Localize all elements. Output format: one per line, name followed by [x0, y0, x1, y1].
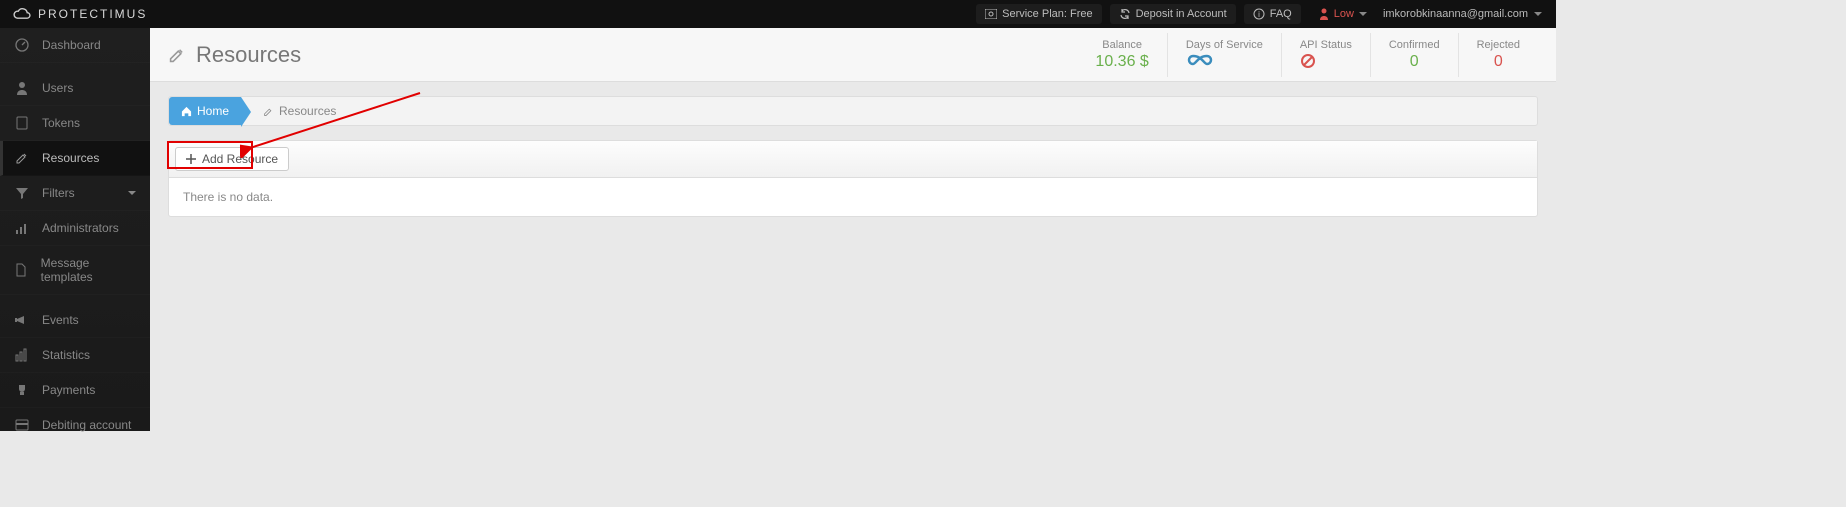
sidebar-item-label: Resources	[42, 151, 99, 165]
resources-panel: Add Resource There is no data.	[168, 140, 1538, 217]
sidebar-item-label: Payments	[42, 383, 95, 397]
deposit-label: Deposit in Account	[1136, 8, 1227, 20]
card-icon	[14, 419, 30, 431]
page-title: Resources	[168, 42, 301, 68]
plus-icon	[186, 154, 196, 164]
brand-text: PROTECTIMUS	[38, 7, 147, 21]
breadcrumb-home-label: Home	[197, 104, 229, 118]
money-icon	[985, 9, 997, 19]
stat-api: API Status	[1281, 33, 1370, 77]
home-icon	[181, 106, 192, 117]
topbar: PROTECTIMUS Service Plan: Free Deposit i…	[0, 0, 1556, 28]
sidebar-item-label: Debiting account	[42, 418, 131, 432]
sidebar-item-filters[interactable]: Filters	[0, 176, 150, 211]
cloud-lock-icon	[10, 6, 32, 22]
breadcrumb-current-label: Resources	[279, 104, 336, 118]
deposit-button[interactable]: Deposit in Account	[1110, 4, 1236, 24]
edit-icon	[263, 106, 274, 117]
stat-confirmed: Confirmed 0	[1370, 33, 1458, 77]
stat-rejected: Rejected 0	[1458, 33, 1538, 77]
infinity-icon	[1186, 53, 1214, 67]
alert-label: Low	[1334, 8, 1354, 20]
sidebar-item-resources[interactable]: Resources	[0, 141, 150, 176]
stat-value	[1186, 53, 1263, 67]
faq-button[interactable]: i FAQ	[1244, 4, 1301, 24]
sidebar-item-events[interactable]: Events	[0, 303, 150, 338]
header-stats: Balance 10.36 $ Days of Service API Stat…	[1077, 33, 1538, 77]
panel-toolbar: Add Resource	[169, 141, 1537, 178]
user-icon	[14, 81, 30, 95]
edit-icon	[14, 151, 30, 165]
bullhorn-icon	[14, 313, 30, 327]
empty-message: There is no data.	[183, 190, 273, 204]
sidebar-item-label: Filters	[42, 186, 75, 200]
page-header: Resources Balance 10.36 $ Days of Servic…	[150, 28, 1556, 82]
refresh-icon	[1119, 8, 1131, 20]
stat-value	[1300, 53, 1352, 69]
stat-days: Days of Service	[1167, 33, 1281, 77]
caret-down-icon	[128, 191, 136, 195]
signal-icon	[14, 221, 30, 235]
stat-label: Confirmed	[1389, 39, 1440, 51]
info-icon: i	[1253, 8, 1265, 20]
sidebar-item-message-templates[interactable]: Message templates	[0, 246, 150, 295]
user-alert-icon	[1319, 8, 1329, 20]
breadcrumb-current: Resources	[241, 104, 336, 118]
file-icon	[14, 263, 29, 277]
tablet-icon	[14, 116, 30, 130]
sidebar-item-dashboard[interactable]: Dashboard	[0, 28, 150, 63]
stat-label: Rejected	[1477, 39, 1520, 51]
sidebar-item-label: Statistics	[42, 348, 90, 362]
stat-label: Balance	[1095, 39, 1148, 51]
sidebar-item-statistics[interactable]: Statistics	[0, 338, 150, 373]
caret-down-icon	[1534, 12, 1542, 16]
stat-value: 0	[1389, 53, 1440, 71]
trophy-icon	[14, 383, 30, 397]
add-resource-button[interactable]: Add Resource	[175, 147, 289, 171]
sidebar-item-payments[interactable]: Payments	[0, 373, 150, 408]
breadcrumb-home[interactable]: Home	[169, 97, 241, 125]
sidebar-item-tokens[interactable]: Tokens	[0, 106, 150, 141]
sidebar-item-label: Tokens	[42, 116, 80, 130]
ban-icon	[1300, 53, 1316, 69]
sidebar-item-label: Events	[42, 313, 79, 327]
breadcrumb: Home Resources	[168, 96, 1538, 126]
faq-label: FAQ	[1270, 8, 1292, 20]
service-plan-label: Service Plan: Free	[1002, 8, 1092, 20]
edit-icon	[168, 46, 186, 64]
caret-down-icon	[1359, 12, 1367, 16]
sidebar-item-label: Message templates	[41, 256, 136, 284]
user-email: imkorobkinaanna@gmail.com	[1383, 8, 1528, 20]
dashboard-icon	[14, 38, 30, 52]
service-plan-button[interactable]: Service Plan: Free	[976, 4, 1101, 24]
sidebar-item-label: Dashboard	[42, 38, 101, 52]
svg-text:i: i	[1258, 10, 1260, 19]
page-title-text: Resources	[196, 42, 301, 68]
sidebar: Dashboard Users Tokens Resources Filters…	[0, 28, 150, 431]
stat-label: Days of Service	[1186, 39, 1263, 51]
sidebar-item-label: Users	[42, 81, 73, 95]
sidebar-item-administrators[interactable]: Administrators	[0, 211, 150, 246]
alert-low[interactable]: Low	[1309, 8, 1377, 20]
stat-balance: Balance 10.36 $	[1077, 33, 1166, 77]
main-area: Resources Balance 10.36 $ Days of Servic…	[150, 28, 1556, 431]
stat-label: API Status	[1300, 39, 1352, 51]
stat-value: 10.36 $	[1095, 53, 1148, 71]
panel-body: There is no data.	[169, 178, 1537, 216]
sidebar-item-debiting[interactable]: Debiting account	[0, 408, 150, 443]
account-menu[interactable]: imkorobkinaanna@gmail.com	[1377, 8, 1556, 20]
sidebar-item-label: Administrators	[42, 221, 119, 235]
bar-icon	[14, 348, 30, 362]
add-resource-label: Add Resource	[202, 152, 278, 166]
stat-value: 0	[1477, 53, 1520, 71]
sidebar-item-users[interactable]: Users	[0, 71, 150, 106]
brand-logo[interactable]: PROTECTIMUS	[0, 6, 150, 22]
filter-icon	[14, 186, 30, 200]
